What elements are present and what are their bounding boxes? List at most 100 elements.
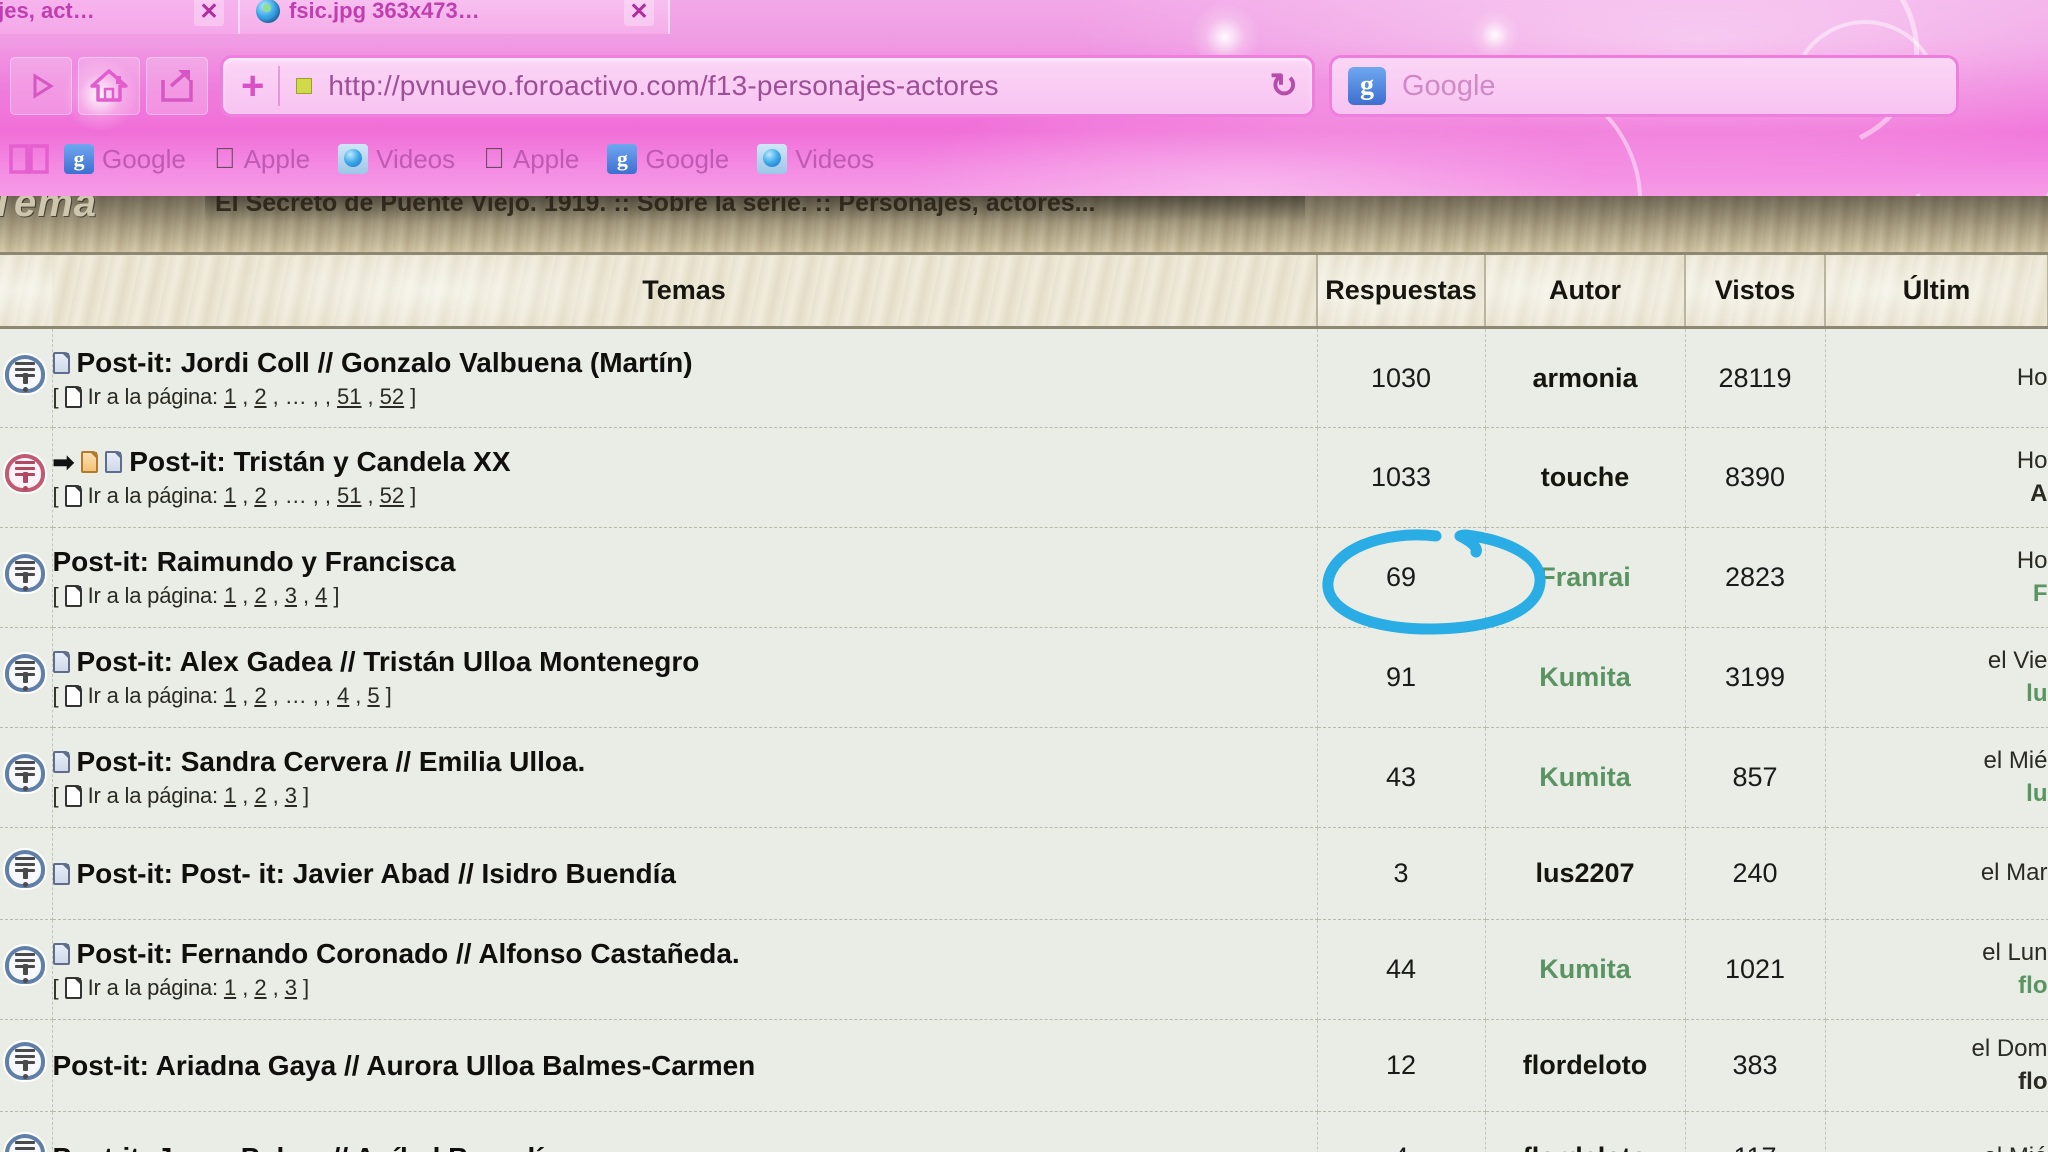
page-link[interactable]: 2 (254, 783, 266, 809)
plus-icon[interactable]: + (241, 66, 264, 106)
goto-bracket-open: [ (52, 683, 59, 708)
column-header-author[interactable]: Autor (1485, 252, 1686, 329)
author-link[interactable]: lus2207 (1535, 858, 1634, 888)
page-link[interactable]: 2 (254, 483, 266, 509)
column-header-icon[interactable] (0, 252, 52, 329)
last-post-author[interactable]: F (1826, 578, 2047, 610)
page-link[interactable]: 4 (337, 683, 349, 709)
table-row[interactable]: Post-it: Alex Gadea // Tristán Ulloa Mon… (0, 627, 2048, 728)
page-link[interactable]: 52 (380, 483, 404, 509)
page-link[interactable]: 2 (254, 975, 266, 1001)
author-link[interactable]: Franrai (1539, 562, 1631, 592)
globe-icon (256, 0, 280, 23)
page-link[interactable]: 1 (224, 384, 236, 410)
page-link[interactable]: 2 (254, 384, 266, 410)
topic-author[interactable]: lus2207 (1485, 827, 1686, 920)
bookmarks-book-icon[interactable] (8, 142, 50, 176)
column-header-views[interactable]: Vistos (1685, 252, 1826, 329)
reload-icon[interactable]: ↻ (1270, 66, 1299, 106)
topic-author[interactable]: touche (1485, 427, 1686, 528)
search-input[interactable]: Google (1402, 70, 1496, 103)
browser-tab[interactable]: ersonajes, act… ✕ (0, 0, 240, 34)
last-post-author[interactable]: A (1826, 478, 2047, 510)
author-link[interactable]: Kumita (1539, 662, 1631, 692)
close-icon[interactable]: ✕ (624, 0, 654, 26)
table-row[interactable]: Post-it: Jorge Pobes // Aníbal Buendía 4 f… (0, 1111, 2048, 1152)
bookmark-item-videos[interactable]: Videos (324, 144, 469, 175)
goto-last-post-icon[interactable]: ➡ (53, 449, 75, 475)
column-header-topics[interactable]: Temas (52, 252, 1318, 329)
share-button[interactable] (146, 57, 208, 115)
table-row[interactable]: ➡ Post-it: Tristán y Candela XX [Ir a la p… (0, 427, 2048, 528)
page-link[interactable]: 1 (224, 783, 236, 809)
topic-cell: Post-it: Alex Gadea // Tristán Ulloa Mon… (52, 627, 1318, 728)
bookmark-item-google-2[interactable]: g Google (593, 144, 743, 175)
page-link[interactable]: 3 (285, 583, 297, 609)
page-link[interactable]: 3 (285, 783, 297, 809)
goto-label: Ir a la página: (87, 483, 219, 508)
page-link[interactable]: 51 (337, 384, 361, 410)
author-link[interactable]: flordeloto (1523, 1142, 1647, 1152)
table-row[interactable]: Post-it: Raimundo y Francisca [Ir a la pá… (0, 527, 2048, 628)
author-link[interactable]: flordeloto (1523, 1050, 1647, 1080)
bookmark-item-apple-2[interactable]:  Apple (469, 144, 593, 175)
page-link[interactable]: 3 (285, 975, 297, 1001)
page-link[interactable]: 2 (254, 683, 266, 709)
page-link[interactable]: 2 (254, 583, 266, 609)
bookmark-item-google[interactable]: g Google (50, 144, 200, 175)
page-link[interactable]: 1 (224, 583, 236, 609)
topic-author[interactable]: Kumita (1485, 727, 1686, 828)
topic-title[interactable]: Post-it: Ariadna Gaya // Aurora Ulloa Ba… (53, 1050, 1317, 1082)
topic-title[interactable]: Post-it: Sandra Cervera // Emilia Ulloa. (52, 746, 1317, 778)
close-icon[interactable]: ✕ (194, 0, 224, 26)
page-link[interactable]: 4 (315, 583, 327, 609)
topic-title[interactable]: Post-it: Fernando Coronado // Alfonso Ca… (52, 938, 1317, 970)
column-header-replies[interactable]: Respuestas (1317, 252, 1486, 329)
topic-title[interactable]: Post-it: Alex Gadea // Tristán Ulloa Mon… (52, 646, 1317, 678)
author-link[interactable]: touche (1541, 462, 1630, 492)
topic-title[interactable]: Post-it: Post- it: Javier Abad // Isidro… (52, 858, 1317, 890)
page-link[interactable]: 1 (224, 975, 236, 1001)
last-post-author[interactable]: lu (1826, 778, 2047, 810)
topic-title[interactable]: Post-it: Jordi Coll // Gonzalo Valbuena … (52, 347, 1317, 379)
table-row[interactable]: Post-it: Fernando Coronado // Alfonso Ca… (0, 919, 2048, 1020)
topic-title[interactable]: Post-it: Jorge Pobes // Aníbal Buendía (53, 1142, 1317, 1152)
last-post-author[interactable]: lu (1826, 678, 2047, 710)
home-button[interactable] (78, 57, 140, 115)
search-box[interactable]: g Google (1329, 55, 1959, 117)
new-topic-button[interactable]: uevo Tema (0, 196, 170, 226)
page-link[interactable]: 1 (224, 683, 236, 709)
last-post-cell: Ho F (1825, 527, 2048, 628)
last-post-author[interactable]: flo (1826, 970, 2047, 1002)
last-post-author[interactable]: flo (1826, 1066, 2047, 1098)
address-bar[interactable]: + http://pvnuevo.foroactivo.com/f13-pers… (220, 55, 1315, 117)
topic-doc-icon (52, 943, 70, 965)
author-link[interactable]: Kumita (1539, 954, 1631, 984)
topic-author[interactable]: Franrai (1485, 527, 1686, 628)
pages-doc-icon (64, 385, 82, 408)
bookmark-item-videos-2[interactable]: Videos (743, 144, 888, 175)
forward-button[interactable] (10, 57, 72, 115)
topic-title[interactable]: ➡ Post-it: Tristán y Candela XX (53, 446, 1317, 478)
topic-title[interactable]: Post-it: Raimundo y Francisca (53, 546, 1317, 578)
table-row[interactable]: Post-it: Post- it: Javier Abad // Isidro… (0, 827, 2048, 920)
author-link[interactable]: armonia (1532, 363, 1637, 393)
bookmark-item-apple[interactable]:  Apple (200, 144, 324, 175)
page-link[interactable]: 51 (337, 483, 361, 509)
goto-page-line: [Ir a la página: 1, 2, … ,, 51, 52] (52, 483, 417, 509)
topic-author[interactable]: Kumita (1485, 919, 1686, 1020)
topic-author[interactable]: flordeloto (1485, 1111, 1686, 1152)
browser-tab-active[interactable]: fsic.jpg 363x473… ✕ (240, 0, 670, 34)
table-row[interactable]: Post-it: Sandra Cervera // Emilia Ulloa.… (0, 727, 2048, 828)
pages-doc-icon (64, 785, 82, 807)
topic-author[interactable]: Kumita (1485, 627, 1686, 728)
topic-author[interactable]: armonia (1485, 327, 1686, 428)
table-row[interactable]: Post-it: Jordi Coll // Gonzalo Valbuena … (0, 327, 2048, 428)
topic-author[interactable]: flordeloto (1485, 1019, 1686, 1112)
page-link[interactable]: 1 (224, 483, 236, 509)
author-link[interactable]: Kumita (1539, 762, 1631, 792)
page-link[interactable]: 52 (380, 384, 404, 410)
page-link[interactable]: 5 (367, 683, 379, 709)
column-header-last-post[interactable]: Últim (1825, 252, 2048, 329)
table-row[interactable]: Post-it: Ariadna Gaya // Aurora Ulloa Ba… (0, 1019, 2048, 1112)
